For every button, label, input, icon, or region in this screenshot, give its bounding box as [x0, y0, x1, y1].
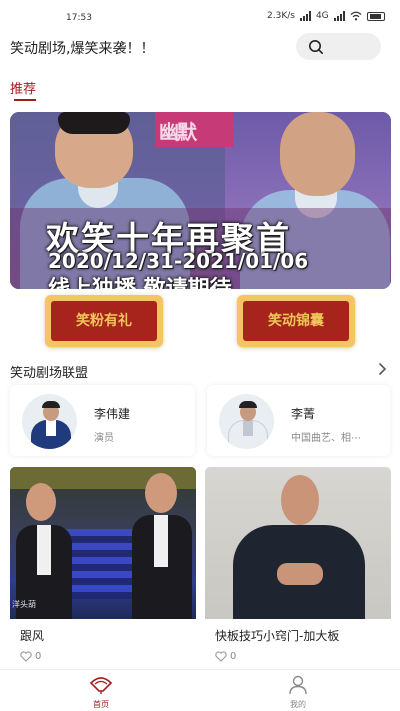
status-time: 17:53 — [66, 13, 92, 23]
wifi-icon — [350, 11, 362, 21]
video-thumb-caption: 洋头葫 — [12, 600, 36, 609]
chevron-right-icon[interactable] — [377, 362, 387, 376]
member-name: 李菁 — [291, 407, 316, 421]
performer-right-head — [280, 112, 355, 196]
fan-icon — [89, 677, 113, 694]
banner-date: 2020/12/31-2021/01/06 — [48, 249, 309, 273]
like-count: 0 — [230, 651, 237, 662]
fans-gift-button[interactable]: 笑粉有礼 — [45, 295, 163, 347]
nav-me[interactable]: 我的 — [283, 675, 313, 709]
fans-gift-label: 笑粉有礼 — [76, 313, 132, 329]
nav-home-label: 首页 — [93, 700, 109, 709]
signal-icon — [299, 11, 311, 21]
status-icons: 2.3K/s 4G — [267, 11, 385, 21]
alliance-title: 笑动剧场联盟 — [10, 366, 89, 381]
nav-home[interactable]: 首页 — [86, 675, 116, 709]
avatar — [22, 394, 77, 449]
member-card[interactable]: 李伟建 演员 — [10, 385, 195, 456]
avatar — [219, 394, 274, 449]
video-thumbnail: 洋头葫 — [10, 467, 196, 619]
network-type: 4G — [315, 11, 329, 21]
heart-icon — [215, 651, 227, 662]
signal-icon-2 — [333, 11, 345, 21]
banner-subtitle: 线上独播 敬请期待 — [48, 271, 232, 289]
nav-me-label: 我的 — [290, 700, 306, 709]
tips-bag-label: 笑动锦囊 — [268, 313, 324, 329]
battery-icon — [366, 11, 385, 21]
header-slogan: 笑动剧场,爆笑来袭！！ — [10, 41, 155, 57]
member-desc: 演员 — [94, 433, 114, 444]
member-name: 李伟建 — [94, 407, 131, 421]
member-card[interactable]: 李菁 中国曲艺、相⋯ — [207, 385, 390, 456]
bottom-nav: 首页 我的 — [0, 669, 400, 711]
performer-left-hair — [58, 112, 130, 134]
network-speed: 2.3K/s — [267, 11, 295, 21]
search-icon — [309, 40, 323, 54]
video-card[interactable]: 洋头葫 跟风 0 — [10, 467, 196, 667]
video-likes[interactable]: 0 — [20, 651, 41, 662]
user-icon — [289, 675, 307, 695]
video-card[interactable]: 快板技巧小窍门-加大板 0 — [205, 467, 391, 667]
video-title: 快板技巧小窍门-加大板 — [215, 629, 340, 643]
video-likes[interactable]: 0 — [215, 651, 236, 662]
search-button[interactable] — [296, 33, 381, 60]
banner-carousel[interactable]: 幽默 欢笑十年再聚首 2020/12/31-2021/01/06 线上独播 敬请… — [10, 112, 391, 289]
tips-bag-button[interactable]: 笑动锦囊 — [237, 295, 355, 347]
heart-icon — [20, 651, 32, 662]
member-desc: 中国曲艺、相⋯ — [291, 433, 361, 444]
status-bar: 17:53 2.3K/s 4G — [0, 0, 400, 34]
video-thumbnail — [205, 467, 391, 619]
video-title: 跟风 — [20, 629, 45, 643]
banner-sign: 幽默 — [155, 112, 233, 147]
tab-underline — [14, 99, 36, 101]
like-count: 0 — [35, 651, 42, 662]
tab-recommend[interactable]: 推荐 — [10, 78, 36, 97]
